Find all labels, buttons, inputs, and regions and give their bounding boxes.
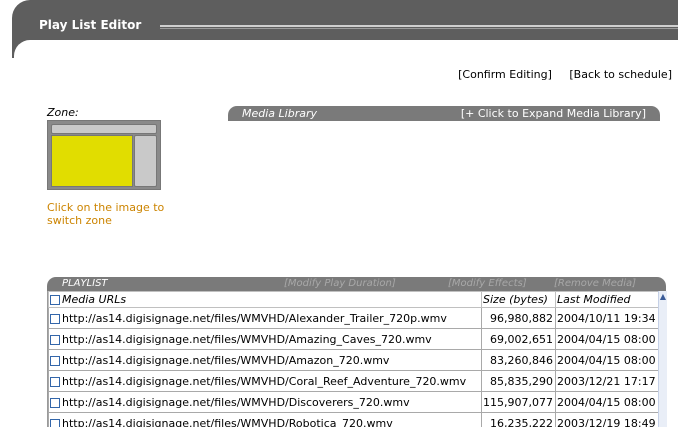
media-url-cell: http://as14.digisignage.net/files/WMVHD/… — [48, 412, 482, 427]
media-library-header: Media Library [+ Click to Expand Media L… — [228, 106, 660, 121]
zone-selector-image[interactable] — [47, 120, 161, 190]
modified-cell: 2004/04/15 08:00 — [554, 349, 664, 371]
table-row[interactable]: http://as14.digisignage.net/files/WMVHD/… — [48, 370, 664, 392]
modify-play-duration-link[interactable]: [Modify Play Duration] — [284, 278, 396, 289]
modified-cell: 2004/04/15 08:00 — [554, 328, 664, 350]
size-cell: 115,907,077 — [481, 391, 556, 413]
page-title: Play List Editor — [39, 18, 142, 32]
row-checkbox[interactable] — [50, 334, 60, 345]
column-header-size[interactable]: Size (bytes) — [481, 291, 556, 308]
media-url-cell: http://as14.digisignage.net/files/WMVHD/… — [48, 328, 482, 350]
title-divider-shadow — [160, 28, 678, 29]
zone-side-region[interactable] — [134, 135, 157, 187]
table-row[interactable]: http://as14.digisignage.net/files/WMVHD/… — [48, 412, 664, 427]
title-divider — [160, 25, 678, 27]
confirm-editing-link[interactable]: [Confirm Editing] — [458, 68, 552, 81]
table-header-row: Media URLs Size (bytes) Last Modified — [48, 291, 664, 308]
table-row[interactable]: http://as14.digisignage.net/files/WMVHD/… — [48, 349, 664, 371]
modified-cell: 2004/10/11 19:34 — [554, 307, 664, 329]
modify-effects-link[interactable]: [Modify Effects] — [448, 278, 527, 289]
media-library-label: Media Library — [242, 107, 317, 120]
media-url-cell: http://as14.digisignage.net/files/WMVHD/… — [48, 307, 482, 329]
select-all-checkbox[interactable] — [50, 295, 60, 305]
playlist-label: PLAYLIST — [62, 278, 108, 289]
table-row[interactable]: http://as14.digisignage.net/files/WMVHD/… — [48, 328, 664, 350]
playlist-table-container: Media URLs Size (bytes) Last Modified ht… — [47, 291, 667, 427]
media-url-cell: http://as14.digisignage.net/files/WMVHD/… — [48, 391, 482, 413]
size-cell: 69,002,651 — [481, 328, 556, 350]
playlist-header: PLAYLIST [Modify Play Duration] [Modify … — [47, 277, 666, 291]
remove-media-link[interactable]: [Remove Media] — [554, 278, 636, 289]
size-cell: 96,980,882 — [481, 307, 556, 329]
size-cell: 85,835,290 — [481, 370, 556, 392]
table-row[interactable]: http://as14.digisignage.net/files/WMVHD/… — [48, 391, 664, 413]
back-to-schedule-link[interactable]: [Back to schedule] — [569, 68, 672, 81]
modified-cell: 2004/04/15 08:00 — [554, 391, 664, 413]
row-checkbox[interactable] — [50, 376, 60, 387]
modified-cell: 2003/12/21 17:17 — [554, 370, 664, 392]
column-header-url: Media URLs — [48, 291, 482, 308]
table-row[interactable]: http://as14.digisignage.net/files/WMVHD/… — [48, 307, 664, 329]
size-cell: 83,260,846 — [481, 349, 556, 371]
row-checkbox[interactable] — [50, 313, 60, 324]
media-url-cell: http://as14.digisignage.net/files/WMVHD/… — [48, 370, 482, 392]
row-checkbox[interactable] — [50, 355, 60, 366]
zone-top-region[interactable] — [51, 124, 157, 134]
column-header-modified[interactable]: Last Modified — [554, 291, 664, 308]
scroll-up-icon[interactable]: ▲ — [659, 293, 667, 301]
top-links: [Confirm Editing] [Back to schedule] — [444, 68, 672, 81]
size-cell: 16,235,222 — [481, 412, 556, 427]
zone-help-text: Click on the image to switch zone — [47, 201, 165, 227]
playlist-table: Media URLs Size (bytes) Last Modified ht… — [48, 291, 664, 427]
media-url-cell: http://as14.digisignage.net/files/WMVHD/… — [48, 349, 482, 371]
vertical-scrollbar[interactable]: ▲ — [658, 291, 667, 427]
row-checkbox[interactable] — [50, 418, 60, 427]
expand-media-library-link[interactable]: [+ Click to Expand Media Library] — [461, 107, 646, 120]
row-checkbox[interactable] — [50, 397, 60, 408]
zone-main-region[interactable] — [51, 135, 133, 187]
zone-label: Zone: — [47, 106, 79, 119]
modified-cell: 2003/12/19 18:49 — [554, 412, 664, 427]
